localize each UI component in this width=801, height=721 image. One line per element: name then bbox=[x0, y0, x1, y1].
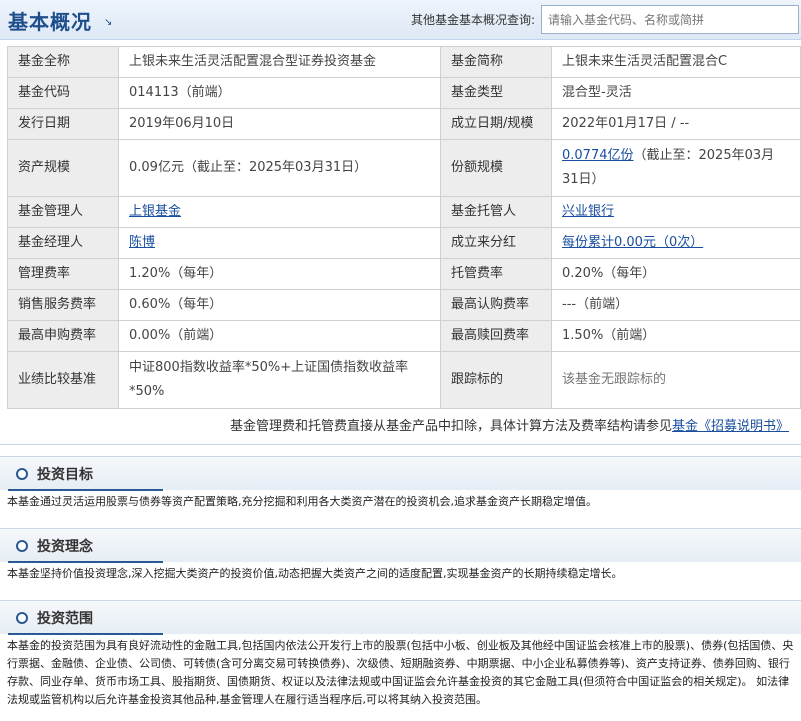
manager-company-label: 基金管理人 bbox=[7, 196, 119, 228]
max-redeem-label: 最高赎回费率 bbox=[440, 320, 552, 352]
circle-bullet-icon bbox=[16, 468, 28, 480]
circle-bullet-icon bbox=[16, 540, 28, 552]
manager-cell: 陈博 bbox=[118, 227, 441, 259]
full-name-value: 上银未来生活灵活配置混合型证券投资基金 bbox=[118, 46, 441, 78]
tracking-label: 跟踪标的 bbox=[440, 351, 552, 409]
section-underline bbox=[8, 561, 163, 563]
max-subscribe-label: 最高认购费率 bbox=[440, 289, 552, 321]
share-size-link[interactable]: 0.0774亿份 bbox=[562, 148, 634, 163]
issue-date-value: 2019年06月10日 bbox=[118, 108, 441, 140]
table-row: 销售服务费率 0.60%（每年） 最高认购费率 ---（前端） bbox=[7, 289, 801, 321]
table-row: 基金全称 上银未来生活灵活配置混合型证券投资基金 基金简称 上银未来生活灵活配置… bbox=[7, 46, 801, 78]
section-header-goal: 投资目标 bbox=[0, 456, 801, 491]
custodian-cell: 兴业银行 bbox=[551, 196, 801, 228]
table-row: 基金经理人 陈博 成立来分红 每份累计0.00元（0次） bbox=[7, 227, 801, 259]
fee-note: 基金管理费和托管费直接从基金产品中扣除，具体计算方法及费率结构请参见基金《招募说… bbox=[230, 415, 789, 434]
section-scope-text: 本基金的投资范围为具有良好流动性的金融工具,包括国内依法公开发行上市的股票(包括… bbox=[7, 639, 794, 706]
table-row: 最高申购费率 0.00%（前端） 最高赎回费率 1.50%（前端） bbox=[7, 320, 801, 352]
manager-company-link[interactable]: 上银基金 bbox=[129, 204, 181, 219]
prospectus-link[interactable]: 基金《招募说明书》 bbox=[672, 419, 789, 434]
max-subscribe-value: ---（前端） bbox=[551, 289, 801, 321]
table-row: 资产规模 0.09亿元（截止至：2025年03月31日） 份额规模 0.0774… bbox=[7, 139, 801, 197]
section-title: 投资目标 bbox=[37, 467, 93, 483]
custody-fee-label: 托管费率 bbox=[440, 258, 552, 290]
tracking-value: 该基金无跟踪标的 bbox=[551, 351, 801, 409]
sales-fee-value: 0.60%（每年） bbox=[118, 289, 441, 321]
section-title: 投资理念 bbox=[37, 539, 93, 555]
table-row: 业绩比较基准 中证800指数收益率*50%+上证国债指数收益率*50% 跟踪标的… bbox=[7, 351, 801, 409]
section-underline bbox=[8, 489, 163, 491]
divider bbox=[0, 444, 801, 445]
page-title: 基本概况 bbox=[8, 10, 92, 34]
fee-note-text: 基金管理费和托管费直接从基金产品中扣除，具体计算方法及费率结构请参见 bbox=[229, 419, 672, 434]
circle-bullet-icon bbox=[16, 612, 28, 624]
dividend-label: 成立来分红 bbox=[440, 227, 552, 259]
established-value: 2022年01月17日 / -- bbox=[551, 108, 801, 140]
established-label: 成立日期/规模 bbox=[440, 108, 552, 140]
asset-size-label: 资产规模 bbox=[7, 139, 119, 197]
section-title: 投资范围 bbox=[37, 611, 93, 627]
dividend-cell: 每份累计0.00元（0次） bbox=[551, 227, 801, 259]
query-label: 其他基金基本概况查询: bbox=[410, 13, 535, 27]
type-label: 基金类型 bbox=[440, 77, 552, 109]
title-arrow-icon: ↘ bbox=[104, 17, 113, 28]
max-redeem-value: 1.50%（前端） bbox=[551, 320, 801, 352]
share-size-label: 份额规模 bbox=[440, 139, 552, 197]
manager-link[interactable]: 陈博 bbox=[129, 235, 155, 250]
max-purchase-value: 0.00%（前端） bbox=[118, 320, 441, 352]
mgmt-fee-value: 1.20%（每年） bbox=[118, 258, 441, 290]
share-size-value: 0.0774亿份（截止至：2025年03月31日） bbox=[551, 139, 801, 197]
section-header-idea: 投资理念 bbox=[0, 528, 801, 563]
sales-fee-label: 销售服务费率 bbox=[7, 289, 119, 321]
fund-search-input[interactable] bbox=[541, 5, 799, 34]
benchmark-label: 业绩比较基准 bbox=[7, 351, 119, 409]
table-row: 管理费率 1.20%（每年） 托管费率 0.20%（每年） bbox=[7, 258, 801, 290]
custodian-link[interactable]: 兴业银行 bbox=[562, 204, 614, 219]
asset-size-value: 0.09亿元（截止至：2025年03月31日） bbox=[118, 139, 441, 197]
code-label: 基金代码 bbox=[7, 77, 119, 109]
fund-info-table: 基金全称 上银未来生活灵活配置混合型证券投资基金 基金简称 上银未来生活灵活配置… bbox=[7, 46, 801, 409]
section-goal-text: 本基金通过灵活运用股票与债券等资产配置策略,充分挖掘和利用各大类资产潜在的投资机… bbox=[7, 495, 597, 508]
code-value: 014113（前端） bbox=[118, 77, 441, 109]
manager-company-cell: 上银基金 bbox=[118, 196, 441, 228]
manager-label: 基金经理人 bbox=[7, 227, 119, 259]
dividend-link[interactable]: 每份累计0.00元（0次） bbox=[562, 235, 703, 250]
section-idea-text: 本基金坚持价值投资理念,深入挖掘大类资产的投资价值,动态把握大类资产之间的适度配… bbox=[7, 567, 623, 580]
short-name-value: 上银未来生活灵活配置混合C bbox=[551, 46, 801, 78]
section-underline bbox=[8, 633, 163, 635]
benchmark-value: 中证800指数收益率*50%+上证国债指数收益率*50% bbox=[118, 351, 441, 409]
custodian-label: 基金托管人 bbox=[440, 196, 552, 228]
type-value: 混合型-灵活 bbox=[551, 77, 801, 109]
full-name-label: 基金全称 bbox=[7, 46, 119, 78]
table-row: 发行日期 2019年06月10日 成立日期/规模 2022年01月17日 / -… bbox=[7, 108, 801, 140]
max-purchase-label: 最高申购费率 bbox=[7, 320, 119, 352]
short-name-label: 基金简称 bbox=[440, 46, 552, 78]
mgmt-fee-label: 管理费率 bbox=[7, 258, 119, 290]
page-header: 基本概况 ↘ 其他基金基本概况查询: bbox=[0, 0, 801, 40]
table-row: 基金代码 014113（前端） 基金类型 混合型-灵活 bbox=[7, 77, 801, 109]
issue-date-label: 发行日期 bbox=[7, 108, 119, 140]
table-row: 基金管理人 上银基金 基金托管人 兴业银行 bbox=[7, 196, 801, 228]
custody-fee-value: 0.20%（每年） bbox=[551, 258, 801, 290]
section-header-scope: 投资范围 bbox=[0, 600, 801, 635]
